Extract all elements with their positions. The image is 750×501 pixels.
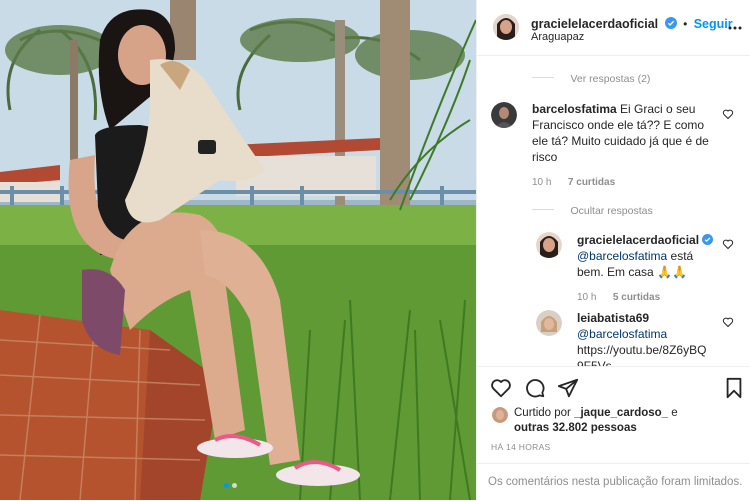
post-timestamp[interactable]: HÁ 14 HORAS — [491, 442, 551, 452]
reply-link-1[interactable]: https://youtu.be/8Z6yBQ — [577, 343, 706, 357]
reply-author-avatar[interactable] — [536, 310, 562, 336]
reply-time[interactable]: 10 h — [577, 292, 596, 303]
carousel-dot-active — [224, 483, 229, 488]
reply-mention[interactable]: @barcelosfatima — [577, 327, 667, 341]
carousel-dots — [218, 483, 258, 489]
comment-text-1: Ei Graci o seu — [620, 102, 696, 116]
comment-text-2: Francisco onde ele tá?? E como — [532, 118, 705, 132]
reply-gracielelacerdaoficial: gracielelacerdaoficial @barcelosfatima e… — [477, 232, 750, 303]
share-paper-plane-icon[interactable] — [557, 377, 579, 399]
comment-barcelosfatima: barcelosfatima Ei Graci o seu Francisco … — [477, 100, 750, 200]
location-label[interactable]: Araguapaz — [531, 31, 584, 43]
action-bar: Curtido por _jaque_cardoso_ e outras 32.… — [477, 366, 750, 500]
comment-bubble-icon[interactable] — [524, 377, 546, 399]
post-side-panel: gracielelacerdaoficial • Seguir Araguapa… — [476, 0, 750, 500]
comment-likes[interactable]: 7 curtidas — [568, 177, 615, 188]
comment-time[interactable]: 10 h — [532, 177, 551, 188]
reply-leiabatista69: leiabatista69 @barcelosfatima https://yo… — [477, 310, 750, 372]
view-replies-toggle[interactable]: Ver respostas (2) — [532, 69, 650, 87]
post-photo[interactable] — [0, 0, 476, 500]
replies-line — [532, 209, 554, 211]
liked-by-prefix: Curtido por — [514, 407, 571, 419]
reply-author-avatar[interactable] — [536, 232, 562, 258]
save-bookmark-icon[interactable] — [723, 377, 745, 399]
liked-by-and: e — [671, 407, 678, 419]
photo-scene — [0, 0, 476, 500]
liked-by-user[interactable]: _jaque_cardoso_ — [574, 407, 668, 419]
reply-username[interactable]: gracielelacerdaoficial — [577, 233, 699, 247]
comments-section: Ver respostas (2) barcelosfatima Ei Grac… — [477, 56, 750, 372]
verified-badge-icon — [664, 17, 677, 29]
comments-limited-notice: Os comentários nesta publicação foram li… — [488, 476, 743, 488]
more-options-icon[interactable] — [727, 20, 743, 36]
reply-likes[interactable]: 5 curtidas — [613, 292, 660, 303]
author-username[interactable]: gracielelacerdaoficial — [531, 17, 658, 31]
header-separator: • — [683, 17, 688, 31]
reply-mention[interactable]: @barcelosfatima — [577, 249, 667, 263]
reply-text-1: está — [667, 249, 694, 263]
hide-replies-toggle[interactable]: Ocultar respostas — [532, 201, 653, 219]
comments-limited-bar: Os comentários nesta publicação foram li… — [477, 463, 750, 501]
like-heart-icon[interactable] — [490, 377, 512, 399]
liked-by-others[interactable]: outras 32.802 pessoas — [514, 422, 637, 434]
post-header: gracielelacerdaoficial • Seguir Araguapa… — [477, 0, 750, 56]
hide-replies-label: Ocultar respostas — [570, 205, 653, 217]
reply-username[interactable]: leiabatista69 — [577, 311, 649, 325]
reply-like-heart-icon[interactable] — [722, 316, 734, 328]
commenter-avatar[interactable] — [491, 102, 517, 128]
view-replies-label: Ver respostas (2) — [570, 73, 651, 85]
comment-text-4: risco — [532, 150, 558, 164]
replies-line — [532, 77, 554, 79]
verified-badge-icon — [702, 234, 714, 245]
comment-text-3: ele tá? Muito cuidado já que é de — [532, 134, 709, 148]
carousel-dot — [232, 483, 237, 488]
author-avatar[interactable] — [493, 14, 519, 40]
reply-like-heart-icon[interactable] — [722, 238, 734, 250]
comment-username[interactable]: barcelosfatima — [532, 102, 617, 116]
liked-by-avatar[interactable] — [492, 407, 508, 423]
reply-text-2: bem. Em casa 🙏🙏 — [577, 265, 687, 279]
comment-like-heart-icon[interactable] — [722, 108, 734, 120]
